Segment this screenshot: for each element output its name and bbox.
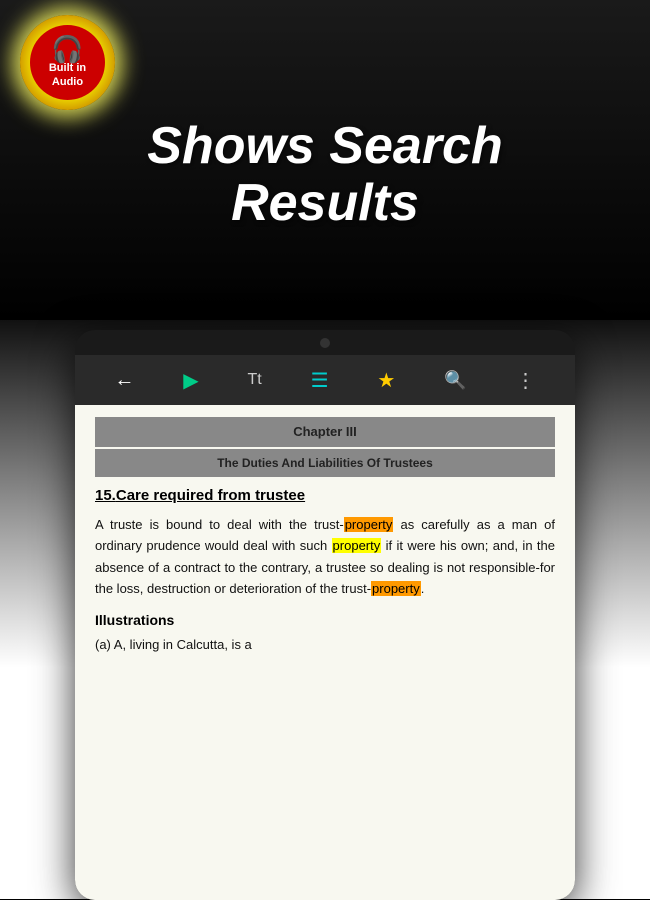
chapter-subtitle-block: The Duties And Liabilities Of Trustees — [95, 449, 555, 477]
body-text: A truste is bound to deal with the trust… — [95, 514, 555, 600]
illustration-a-text: (a) A, living in Calcutta, is a — [95, 634, 555, 655]
bookmark-button[interactable]: ★ — [377, 368, 395, 393]
chapter-number: Chapter III — [293, 424, 357, 439]
top-section: 🎧 Built in Audio Shows Search Results — [0, 0, 650, 320]
audio-badge-inner: 🎧 Built in Audio — [30, 25, 105, 100]
chapter-header: Chapter III — [95, 417, 555, 447]
play-button[interactable]: ▶ — [183, 368, 198, 393]
illustrations-heading: Illustrations — [95, 612, 555, 628]
more-button[interactable]: ⋮ — [515, 368, 535, 393]
main-title: Shows Search Results — [147, 118, 502, 232]
audio-badge: 🎧 Built in Audio — [20, 15, 115, 110]
text-size-button[interactable]: Tt — [248, 371, 262, 389]
tablet-camera — [320, 338, 330, 348]
badge-text: Built in Audio — [49, 62, 86, 88]
toolbar: ← ▶ Tt ☰ ★ 🔍 ⋮ — [75, 355, 575, 405]
highlight-property-3: property — [371, 581, 421, 596]
highlight-property-2: property — [332, 538, 382, 553]
search-button[interactable]: 🔍 — [444, 370, 466, 391]
comment-button[interactable]: ☰ — [311, 368, 329, 393]
back-button[interactable]: ← — [114, 369, 134, 392]
section-heading: 15.Care required from trustee — [95, 487, 555, 504]
chapter-subtitle-text: The Duties And Liabilities Of Trustees — [217, 456, 433, 470]
book-content: Chapter III The Duties And Liabilities O… — [75, 405, 575, 900]
device-section: ← ▶ Tt ☰ ★ 🔍 ⋮ Chapter III The Duties An… — [0, 320, 650, 899]
tablet-frame: ← ▶ Tt ☰ ★ 🔍 ⋮ Chapter III The Duties An… — [75, 330, 575, 900]
highlight-property-1: property — [344, 517, 394, 532]
headphone-icon: 🎧 — [51, 36, 83, 62]
